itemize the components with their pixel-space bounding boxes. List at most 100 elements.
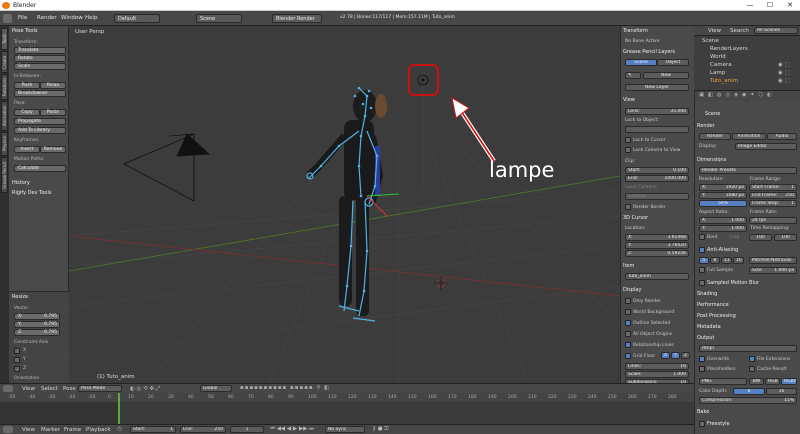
copy-pose-button[interactable]: Copy — [14, 109, 40, 116]
render-engine-select[interactable]: Blender Render — [272, 14, 322, 23]
view-menu[interactable]: View — [22, 386, 35, 392]
frame-step-field[interactable]: Frame Step: 1 — [749, 200, 797, 207]
push-button[interactable]: Push — [14, 82, 40, 89]
timeline-frame-menu[interactable]: Frame — [64, 427, 81, 433]
new-grease-button[interactable]: New — [643, 72, 689, 79]
vector-z-field[interactable]: Z: 0.795 — [14, 329, 60, 336]
select-menu[interactable]: Select — [41, 386, 58, 392]
fps-select[interactable]: 24 fps — [749, 217, 797, 224]
outliner-search-menu[interactable]: Search — [730, 28, 749, 34]
tab-animation[interactable]: Animation — [1, 101, 8, 131]
depth-8-toggle[interactable]: 8 — [733, 388, 765, 395]
relationship-lines-checkbox[interactable] — [625, 342, 631, 348]
editor-type-icon[interactable] — [3, 385, 13, 392]
file-format-select[interactable]: PNG — [699, 378, 747, 385]
menu-help[interactable]: Help — [85, 15, 98, 21]
view-header[interactable]: View — [623, 97, 635, 103]
calculate-button[interactable]: Calculate — [14, 165, 66, 172]
outliner-scene[interactable]: Scene — [702, 38, 719, 44]
border-checkbox[interactable] — [699, 234, 705, 240]
rgb-toggle[interactable]: RGB — [765, 378, 780, 385]
motion-blur-header[interactable]: Sampled Motion Blur — [707, 280, 759, 286]
res-x-field[interactable]: X: 1920 px — [699, 184, 747, 191]
res-y-field[interactable]: Y: 1080 px — [699, 192, 747, 199]
animation-button[interactable]: Animation — [732, 133, 766, 140]
tab-tools[interactable]: Tools — [1, 28, 8, 50]
cursor-y-field[interactable]: Y: 3.76020 — [625, 242, 689, 249]
output-header[interactable]: Output — [697, 335, 714, 341]
paste-pose-button[interactable]: Paste — [40, 109, 66, 116]
aa-size-field[interactable]: Size: 1.000 px — [749, 267, 797, 274]
grid-floor-checkbox[interactable] — [625, 353, 631, 359]
outliner-world[interactable]: World — [710, 54, 726, 60]
preview-range-icon[interactable]: ◷ — [117, 426, 122, 432]
shading-icons[interactable]: ◐ ◎ ⟲ ✥ ⤢ — [130, 386, 160, 393]
grid-scale-field[interactable]: Scale: 1.000 — [625, 371, 689, 378]
render-presets-select[interactable]: Render Presets — [699, 167, 797, 174]
freestyle-checkbox[interactable] — [699, 421, 705, 427]
time-remap-old-field[interactable]: 100 — [749, 234, 772, 241]
current-frame-field[interactable]: 1 — [230, 426, 264, 433]
outline-selected-checkbox[interactable] — [625, 320, 631, 326]
layer-buttons[interactable]: ▪▪▪▪▪▪▪▪▪▪ ▪▪▪▪▪ ⚲ ◧ — [240, 385, 330, 391]
sync-select[interactable]: No Sync — [325, 426, 365, 433]
start-frame-field[interactable]: Start Frame: 1 — [749, 184, 797, 191]
metadata-header[interactable]: Metadata — [697, 324, 721, 330]
breakdowner-button[interactable]: Breakdowner — [14, 90, 66, 97]
character-mesh[interactable] — [306, 90, 387, 316]
aa-5-toggle[interactable]: 5 — [699, 257, 709, 264]
end-frame-field[interactable]: End Frame: 250 — [749, 192, 797, 199]
cache-result-checkbox[interactable] — [749, 366, 755, 372]
scene-select[interactable]: Scene — [196, 14, 242, 23]
transform-orientation-select[interactable]: Global — [200, 385, 232, 392]
grid-x-toggle[interactable]: X — [661, 352, 670, 359]
keying-icons[interactable]: ⚷ ● ⚿ — [372, 426, 389, 433]
overwrite-checkbox[interactable] — [699, 356, 705, 362]
cursor-z-field[interactable]: Z: 0.59256 — [625, 250, 689, 257]
playhead[interactable] — [118, 393, 120, 424]
aa-8-toggle[interactable]: 8 — [710, 257, 720, 264]
timeline-view-menu[interactable]: View — [22, 427, 35, 433]
placeholders-checkbox[interactable] — [699, 366, 705, 372]
lock-cursor-checkbox[interactable] — [625, 137, 631, 143]
add-to-library-button[interactable]: Add To Library — [14, 127, 66, 134]
menu-render[interactable]: Render — [37, 15, 57, 21]
bake-header[interactable]: Bake — [697, 409, 709, 415]
vector-x-field[interactable]: X: 0.795 — [14, 313, 60, 320]
freestyle-header[interactable]: Freestyle — [707, 421, 730, 427]
visibility-eye-icon[interactable]: ◉ ⬚ — [778, 78, 790, 84]
lock-camera-checkbox[interactable] — [625, 147, 631, 153]
translate-button[interactable]: Translate — [14, 47, 66, 54]
tab-relations[interactable]: Relations — [1, 74, 8, 100]
info-editor-icon[interactable] — [3, 14, 12, 23]
pose-tools-header[interactable]: Pose Tools — [12, 28, 37, 34]
grid-z-toggle[interactable]: Z — [681, 352, 690, 359]
display-select[interactable]: Image Editor — [735, 143, 797, 150]
context-icons[interactable]: ▣ ◧ ◍ ◎ ◈ ◆ ✦ ⬡ ◐ — [699, 92, 773, 98]
timeline-start-field[interactable]: Start: 1 — [130, 426, 176, 433]
aspect-y-field[interactable]: Y: 1.000 — [699, 225, 747, 232]
minimize-button[interactable]: — — [740, 1, 760, 9]
vector-y-field[interactable]: Y: 0.795 — [14, 321, 60, 328]
item-header[interactable]: Item — [623, 263, 634, 269]
transform-header[interactable]: Transform — [623, 28, 648, 34]
3d-viewport[interactable]: User Persp lampe (1) Tuto_anim — [69, 26, 620, 383]
clip-start-field[interactable]: Start: 0.100 — [625, 167, 689, 174]
mode-select[interactable]: Pose Mode — [78, 385, 122, 392]
playback-controls[interactable]: ⏮ ◀◀ ◀ ▶ ▶▶ ⏭ — [270, 426, 314, 433]
aspect-x-field[interactable]: X: 1.000 — [699, 217, 747, 224]
local-camera-field[interactable]: Camera — [625, 193, 689, 200]
visibility-eye-icon[interactable]: ◉ ⬚ — [778, 70, 790, 76]
motion-blur-checkbox[interactable] — [699, 280, 705, 286]
relax-button[interactable]: Relax — [40, 82, 66, 89]
scale-button[interactable]: Scale — [14, 63, 66, 70]
cursor-x-field[interactable]: X: 3.61468 — [625, 234, 689, 241]
render-border-checkbox[interactable] — [625, 204, 631, 210]
outliner-renderlayers[interactable]: RenderLayers — [710, 46, 748, 52]
depth-16-toggle[interactable]: 16 — [766, 388, 797, 395]
history-panel-header[interactable]: History — [12, 180, 30, 186]
new-layer-button[interactable]: New Layer — [625, 84, 689, 91]
anti-aliasing-header[interactable]: Anti-Aliasing — [707, 247, 738, 253]
menu-file[interactable]: File — [18, 15, 27, 21]
propagate-button[interactable]: Propagate — [14, 118, 66, 125]
